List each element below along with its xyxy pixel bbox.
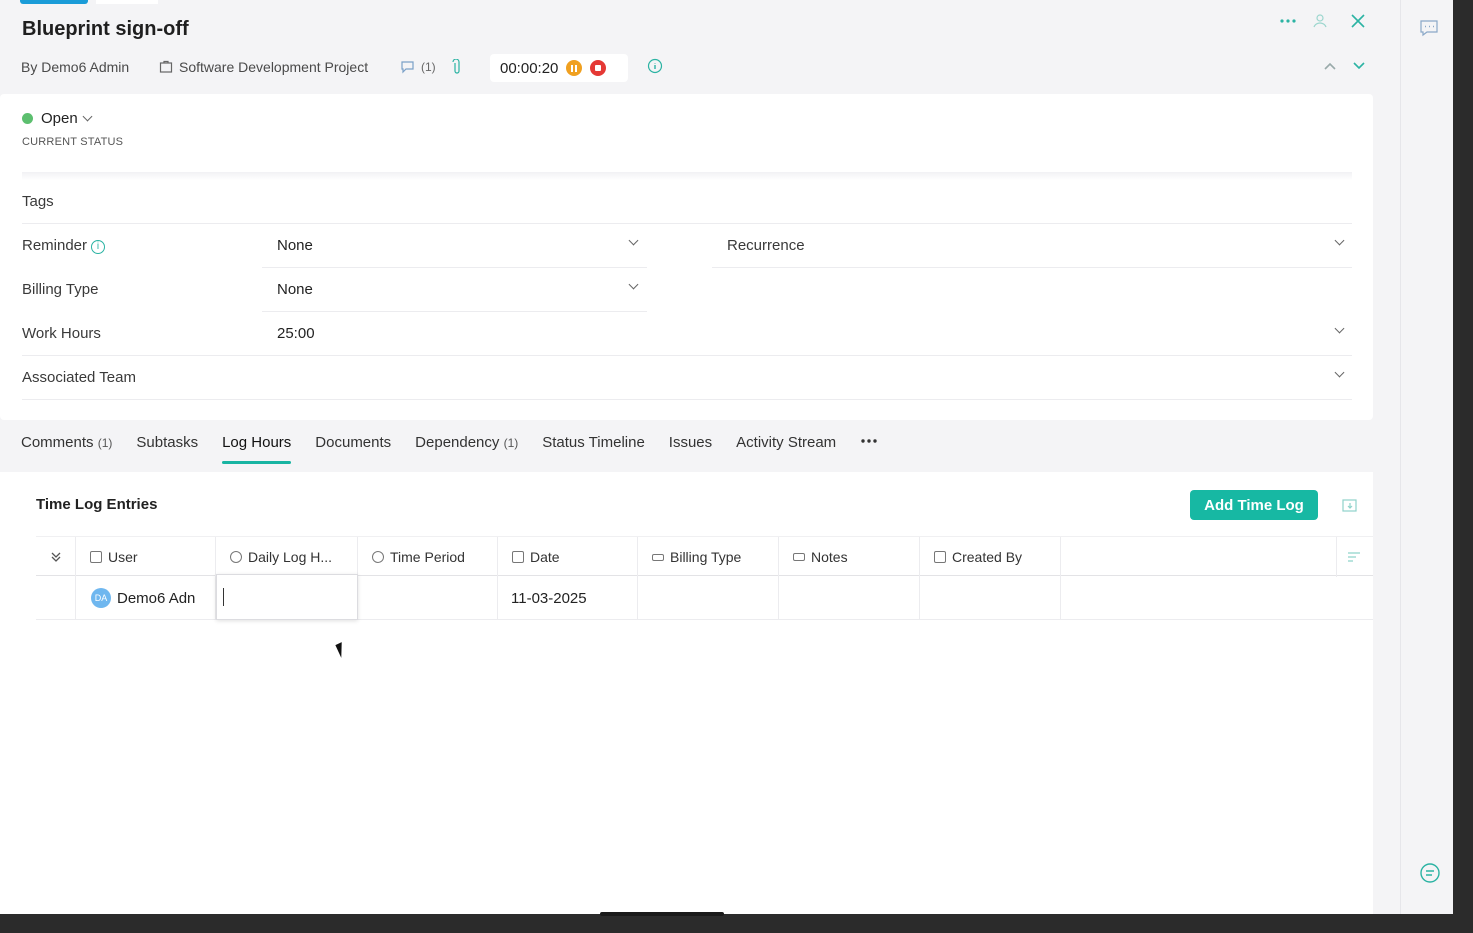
clock-icon [372, 551, 384, 563]
avatar: DA [91, 588, 111, 608]
calendar-icon [512, 551, 524, 563]
time-log-title: Time Log Entries [36, 496, 158, 513]
column-billing-type[interactable]: Billing Type [638, 537, 779, 577]
pause-timer-icon[interactable] [566, 60, 583, 76]
chevron-down-icon [628, 279, 639, 290]
recurrence-select[interactable]: Recurrence [712, 224, 1352, 268]
more-options-icon[interactable] [1279, 12, 1297, 35]
tab-log-hours[interactable]: Log Hours [222, 434, 292, 464]
column-date[interactable]: Date [498, 537, 638, 577]
right-rail [1400, 0, 1453, 914]
tab-issues[interactable]: Issues [669, 434, 712, 464]
column-time-period[interactable]: Time Period [358, 537, 498, 577]
task-details-panel: Open CURRENT STATUS Tags Reminder i None … [0, 94, 1373, 420]
column-notes[interactable]: Notes [779, 537, 920, 577]
timer-value: 00:00:20 [500, 59, 559, 77]
tab-documents[interactable]: Documents [315, 434, 391, 464]
export-icon[interactable] [1341, 496, 1359, 519]
column-user[interactable]: User [76, 537, 216, 577]
task-detail-window: Blueprint sign-off By Demo6 Admin Softwa… [0, 0, 1453, 914]
row-billing-type[interactable] [638, 576, 779, 620]
top-tab-indicator[interactable] [20, 0, 88, 4]
chevron-down-icon [628, 235, 639, 246]
user-icon [934, 551, 946, 563]
tab-dependency[interactable]: Dependency (1) [415, 434, 518, 464]
table-row[interactable]: DA Demo6 Adn 11-03-2025 [36, 574, 1373, 620]
status-dot [22, 113, 33, 124]
row-date[interactable]: 11-03-2025 [498, 576, 638, 620]
time-log-panel: Time Log Entries Add Time Log User Daily… [0, 472, 1373, 914]
task-author: By Demo6 Admin [21, 59, 130, 75]
column-created-by[interactable]: Created By [920, 537, 1061, 577]
next-task-icon[interactable] [1351, 58, 1367, 79]
associated-team-row[interactable]: Associated Team [22, 356, 1352, 400]
task-timer: 00:00:20 [490, 54, 628, 82]
clock-icon [230, 551, 242, 563]
add-time-log-button[interactable]: Add Time Log [1190, 490, 1318, 520]
column-settings-icon[interactable] [1336, 537, 1373, 577]
project-link[interactable]: Software Development Project [159, 58, 368, 76]
table-header: User Daily Log H... Time Period Date Bil… [36, 536, 1373, 577]
user-icon [90, 551, 102, 563]
reminder-info-icon[interactable]: i [91, 240, 106, 254]
status-caption: CURRENT STATUS [22, 136, 124, 148]
comment-count[interactable]: (1) [400, 58, 436, 76]
billing-type-select[interactable]: None [262, 268, 647, 312]
detail-tabs: Comments (1) Subtasks Log Hours Document… [21, 434, 902, 464]
comment-icon [401, 61, 414, 74]
feedback-icon[interactable] [1419, 18, 1439, 38]
project-icon [159, 60, 173, 73]
task-title: Blueprint sign-off [22, 18, 189, 40]
taskbar-indicator [600, 912, 724, 916]
row-notes[interactable] [779, 576, 920, 620]
tab-status-timeline[interactable]: Status Timeline [542, 434, 645, 464]
chat-icon[interactable] [1419, 862, 1440, 883]
reminder-row: Reminder i None Recurrence [22, 224, 1352, 268]
more-tabs-icon[interactable] [860, 434, 878, 464]
billing-icon [652, 553, 664, 561]
tab-subtasks[interactable]: Subtasks [136, 434, 198, 464]
text-caret [223, 588, 224, 606]
billing-type-row: Billing Type None [22, 268, 1352, 312]
chevron-down-icon [1334, 367, 1345, 378]
row-time-period[interactable] [358, 576, 498, 620]
reminder-label: Reminder i [22, 237, 106, 254]
close-icon[interactable] [1349, 12, 1367, 35]
tab-comments[interactable]: Comments (1) [21, 434, 112, 464]
daily-log-hours-input[interactable] [216, 574, 358, 620]
row-user: DA Demo6 Adn [76, 576, 216, 620]
follow-users-icon[interactable] [1312, 12, 1330, 35]
row-created-by [920, 576, 1061, 620]
tags-row[interactable]: Tags [22, 180, 1352, 224]
status-dropdown[interactable]: Open [22, 110, 93, 127]
chevron-down-icon [82, 111, 93, 122]
top-tab-secondary[interactable] [96, 0, 158, 4]
expand-all-icon[interactable] [36, 537, 76, 577]
reminder-select[interactable]: None [262, 224, 647, 268]
work-hours-row[interactable]: Work Hours 25:00 [22, 312, 1352, 356]
chevron-down-icon [1334, 323, 1345, 334]
column-daily-log-hours[interactable]: Daily Log H... [216, 537, 358, 577]
divider [22, 172, 1352, 180]
attachment-icon[interactable] [452, 58, 462, 76]
notes-icon [793, 553, 805, 561]
stop-timer-icon[interactable] [590, 60, 607, 76]
tab-activity-stream[interactable]: Activity Stream [736, 434, 836, 464]
chevron-down-icon [1334, 235, 1345, 246]
work-hours-value: 25:00 [277, 325, 315, 342]
previous-task-icon[interactable] [1322, 58, 1338, 79]
info-icon[interactable] [647, 58, 663, 79]
